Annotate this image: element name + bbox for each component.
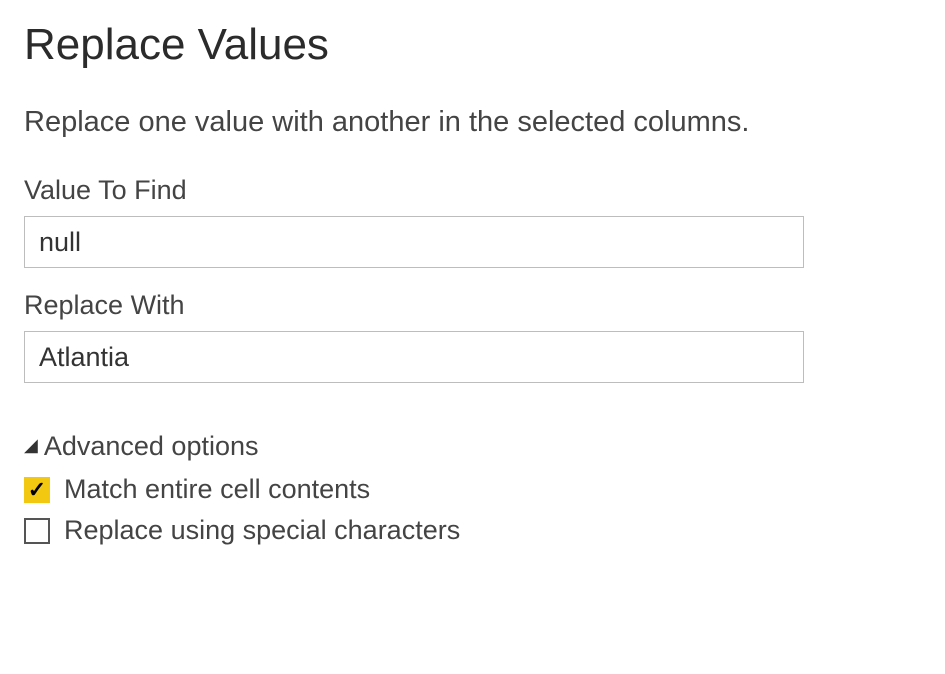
match-entire-checkbox[interactable]: ✓ [24,477,50,503]
advanced-options-section: ◢ Advanced options ✓ Match entire cell c… [24,431,921,546]
special-chars-label: Replace using special characters [64,515,460,546]
dialog-title: Replace Values [24,20,921,70]
match-entire-checkbox-row[interactable]: ✓ Match entire cell contents [24,474,921,505]
value-to-find-label: Value To Find [24,175,921,206]
replace-with-group: Replace With [24,290,921,383]
value-to-find-input[interactable] [24,216,804,268]
dialog-description: Replace one value with another in the se… [24,106,921,139]
replace-with-label: Replace With [24,290,921,321]
advanced-options-toggle[interactable]: ◢ Advanced options [24,431,921,462]
special-chars-checkbox[interactable] [24,518,50,544]
special-chars-checkbox-row[interactable]: Replace using special characters [24,515,921,546]
caret-down-icon: ◢ [24,436,38,454]
replace-with-input[interactable] [24,331,804,383]
checkmark-icon: ✓ [28,479,46,501]
advanced-options-label: Advanced options [44,431,259,462]
match-entire-label: Match entire cell contents [64,474,370,505]
value-to-find-group: Value To Find [24,175,921,268]
